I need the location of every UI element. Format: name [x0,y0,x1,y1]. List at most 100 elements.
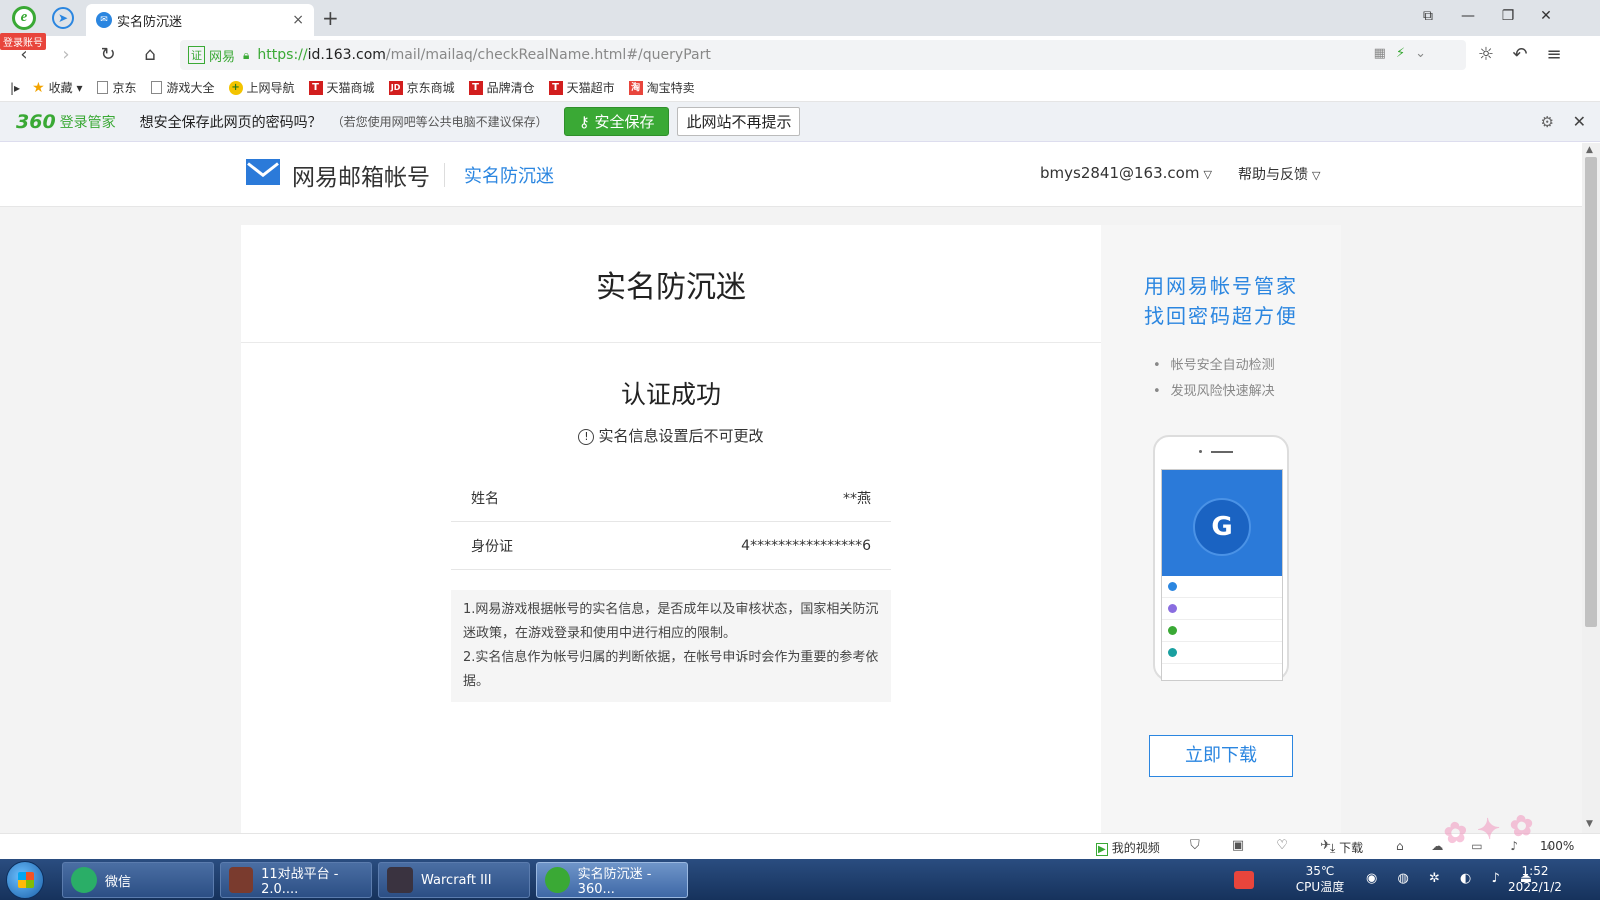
chevron-down-icon: ▽ [1203,168,1212,181]
phone-screen-header: G [1162,470,1282,576]
brightness-icon[interactable]: ☼ [1474,44,1498,65]
key-icon: ⚷ [578,113,595,131]
tab-active[interactable]: ✉ 实名防沉迷 × [86,4,314,36]
zoom-level[interactable]: 100% [1540,839,1574,853]
certificate-badge[interactable]: 证 [188,46,205,64]
new-tab-button[interactable]: + [322,6,339,30]
mail-envelope-icon[interactable] [246,159,280,185]
notice-text: 实名信息设置后不可更改 [598,427,764,445]
certificate-label: 网易 [209,49,236,65]
scroll-thumb[interactable] [1585,157,1597,627]
taskbar-360-browser[interactable]: 实名防沉迷 - 360... [536,862,688,898]
cpu-temperature[interactable]: 35℃ CPU温度 [1290,863,1350,895]
bookmark-label: 天猫商城 [326,81,375,95]
refresh-icon[interactable]: ↻ [96,44,120,65]
undo-close-icon[interactable]: ↶ [1508,44,1532,65]
temperature-label: CPU温度 [1295,880,1345,894]
bookmark-favorites[interactable]: ★ 收藏 ▾ [32,79,82,96]
bookmark-label: 游戏大全 [166,81,215,95]
speed-mode-icon[interactable]: ⚡ [1396,46,1415,61]
360-logo: 360 [16,110,56,133]
help-feedback-menu[interactable]: 帮助与反馈 ▽ [1238,164,1320,184]
sidebar-toggle-icon[interactable]: |▸ [10,81,20,95]
bookmark-tmall[interactable]: T 天猫商城 [308,79,375,96]
account-menu[interactable]: bmys2841@163.com ▽ [1040,164,1212,182]
gear-icon[interactable]: ⚙ [1541,113,1554,131]
skin-icon[interactable]: ⧉ [1418,8,1438,24]
home-icon[interactable]: ⌂ [138,44,162,65]
success-title: 认证成功 [620,380,721,409]
row-value: **燕 [843,490,871,507]
save-password-hint: （若您使用网吧等公共电脑不建议保存） [331,115,548,129]
list-item: 帐号安全自动检测 [1153,353,1341,379]
bookmark-jd-mall[interactable]: JD 京东商城 [388,79,455,96]
info-icon: ! [578,429,595,445]
warcraft-icon [387,867,413,893]
rules-box: 1.网易游戏根据帐号的实名信息，是否成年以及审核状态，国家相关防沉迷政策，在游戏… [451,590,891,702]
task-label: 实名防沉迷 - 360... [577,867,652,897]
clock-date: 2022/1/2 [1508,880,1562,894]
tray-app-icon[interactable] [1234,871,1254,889]
360-browser-icon [545,867,570,893]
bookmark-jd[interactable]: 京东 [96,79,137,96]
vertical-scrollbar[interactable]: ▲ ▼ [1582,143,1600,833]
temperature-value: 35℃ [1305,864,1335,878]
info-table: 姓名 **燕 身份证 4****************6 [451,474,891,570]
lock-icon[interactable]: 🔒︎ [243,48,249,63]
save-password-button[interactable]: ⚷ 安全保存 [563,107,670,136]
windows-taskbar: 微信 11对战平台 - 2.0.... Warcraft III 实名防沉迷 -… [0,859,1600,900]
task-label: 微信 [105,874,132,890]
phone-mockup-image: G [1153,435,1289,681]
status-tool-icons[interactable]: ⛉ ▣ ♡ ✈ [1190,838,1345,853]
download-status-button[interactable]: ⤓ 下载 [1330,839,1363,856]
restore-button[interactable]: ❐ [1498,8,1518,24]
url-path: /mail/mailaq/checkRealName.html#/queryPa… [385,47,711,63]
tab-close-icon[interactable]: × [292,12,304,28]
close-window-button[interactable]: ✕ [1536,8,1556,24]
clock[interactable]: 1:52 2022/1/2 [1500,863,1570,895]
address-bar[interactable]: 证 网易 🔒︎ https://id.163.com/mail/mailaq/c… [180,40,1466,70]
never-prompt-button[interactable]: 此网站不再提示 [677,107,801,136]
chevron-down-icon: ▽ [1312,169,1321,182]
scroll-down-arrow-icon[interactable]: ▼ [1586,819,1593,829]
download-button[interactable]: 立即下载 [1149,735,1293,777]
forward-arrow-icon[interactable]: › [54,44,78,65]
bookmark-clearance[interactable]: T 品牌清仓 [468,79,535,96]
help-feedback-label: 帮助与反馈 [1238,167,1308,183]
close-icon[interactable]: ✕ [1573,112,1586,131]
site-subtitle[interactable]: 实名防沉迷 [464,162,554,188]
bookmark-taobao[interactable]: 淘淘宝特卖 [628,79,695,96]
bookmark-games[interactable]: 游戏大全 [150,79,215,96]
page-title: 实名防沉迷 [596,269,746,305]
taskbar-warcraft[interactable]: Warcraft III [378,862,530,898]
bookmark-label: 淘宝特卖 [646,81,695,95]
scroll-up-arrow-icon[interactable]: ▲ [1586,145,1593,155]
site-title[interactable]: 网易邮箱帐号 [292,158,430,192]
password-save-bar: 360 登录管家 想安全保存此网页的密码吗？ （若您使用网吧等公共电脑不建议保存… [0,102,1600,142]
tab-title: 实名防沉迷 [117,14,183,30]
minimize-button[interactable]: — [1458,8,1478,24]
taskbar-11-platform[interactable]: 11对战平台 - 2.0.... [220,862,372,898]
quick-nav-icon[interactable]: ➤ [52,7,74,29]
bookmark-label: 品牌清仓 [486,81,535,95]
bookmark-tmall-market[interactable]: T 天猫超市 [548,79,615,96]
app-promo-panel: 用网易帐号管家 找回密码超方便 帐号安全自动检测 发现风险快速解决 G 立即下载 [1101,225,1341,833]
login-account-badge[interactable]: 登录账号 [0,33,46,50]
jd-icon: JD [388,80,403,95]
save-password-question: 想安全保存此网页的密码吗？ [139,114,322,131]
phone-camera [1199,450,1202,453]
my-video-button[interactable]: 我的视频 [1096,839,1160,856]
start-button[interactable] [6,861,44,899]
wechat-icon [71,867,97,893]
browser-logo-icon[interactable]: e [12,6,36,30]
bookmark-label: 上网导航 [246,81,295,95]
task-label: Warcraft III [421,872,492,888]
menu-icon[interactable]: ≡ [1542,44,1566,65]
download-arrow-icon: ⤓ [1330,841,1340,855]
table-row: 姓名 **燕 [451,474,891,522]
bookmark-navigation[interactable]: + 上网导航 [228,79,295,96]
url-scheme: https:// [257,47,308,63]
taskbar-wechat[interactable]: 微信 [62,862,214,898]
save-password-label: 安全保存 [594,113,655,131]
address-bar-tools[interactable]: ▦⚡⌄ [1374,46,1436,61]
